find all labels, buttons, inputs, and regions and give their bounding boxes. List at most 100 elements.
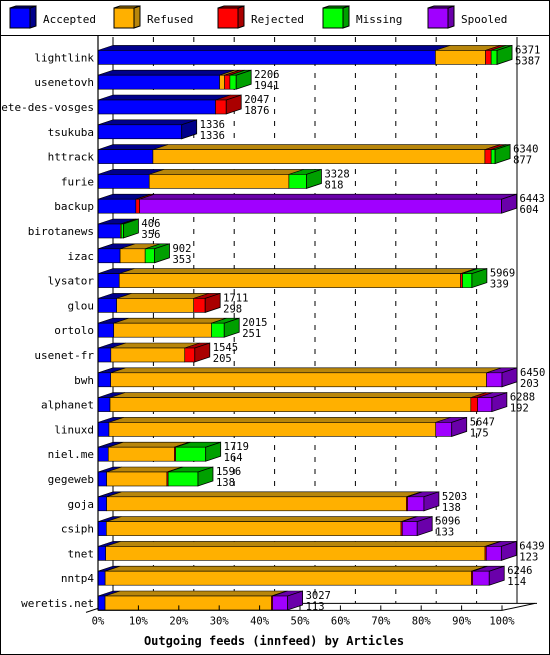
legend-swatch-side	[133, 5, 141, 29]
bar-usenetovh: 22061941	[97, 69, 279, 92]
bar-segment-accepted	[97, 74, 220, 90]
legend-swatch-side	[237, 5, 245, 29]
bar-segment-spooled	[139, 198, 502, 214]
bar-segment-refused	[106, 471, 168, 487]
category-label: tsukuba	[48, 126, 94, 139]
data-label-accepted: 138	[442, 502, 461, 514]
x-tick-label: 100%	[489, 615, 515, 627]
bar-segment-accepted	[97, 198, 137, 214]
bar-tsukuba: 13361336	[97, 119, 225, 142]
data-label-accepted: 133	[435, 527, 454, 539]
bar-segment-refused	[110, 372, 487, 388]
category-label: linuxd	[54, 423, 94, 436]
legend-label: Spooled	[461, 13, 507, 26]
bar-segment-accepted	[97, 372, 112, 388]
bar-furie: 3328818	[97, 168, 350, 191]
bar-bete-des-vosges: 20471876	[97, 94, 270, 117]
data-label-accepted: 113	[306, 601, 325, 613]
legend-label: Accepted	[43, 13, 96, 26]
bar-segment-rejected	[484, 149, 492, 164]
bar-segment-refused	[105, 546, 486, 561]
bar-segment-top-accepted	[97, 45, 451, 51]
x-tick-label: 0%	[92, 615, 105, 627]
bar-segment-missing	[490, 50, 498, 65]
legend-swatch-side	[342, 5, 350, 29]
bar-segment-top-refused	[110, 367, 502, 374]
bar-nntp4: 6246114	[97, 565, 533, 588]
category-label: gegeweb	[48, 473, 94, 486]
bar-segment-refused	[119, 248, 146, 264]
x-tick-label: 30%	[210, 615, 230, 627]
bar-segment-accepted	[97, 273, 120, 288]
bar-segment-accepted	[97, 471, 107, 487]
legend-swatch	[113, 7, 135, 29]
category-label: birotanews	[28, 225, 94, 238]
bar-segment-top-refused	[106, 516, 417, 522]
x-tick-label: 70%	[371, 615, 391, 627]
bars: 6371538722061941204718761336133663408773…	[97, 44, 545, 613]
legend-item-spooled: Spooled	[427, 5, 507, 29]
bar-alphanet: 6288192	[97, 392, 535, 415]
bar-segment-top-refused	[105, 565, 487, 572]
legend-swatch	[9, 7, 31, 29]
bar-segment-accepted	[97, 595, 106, 611]
legend-swatch	[427, 7, 449, 29]
bar-gegeweb: 1596138	[97, 466, 241, 489]
bar-segment-refused	[106, 496, 407, 512]
bar-tnet: 6439123	[97, 540, 545, 563]
x-axis-title: Outgoing feeds (innfeed) by Articles	[144, 634, 404, 648]
data-label-accepted: 5387	[515, 55, 540, 67]
bar-ortolo: 2015251	[97, 317, 268, 340]
bar-segment-accepted	[97, 546, 107, 561]
bar-segment-refused	[109, 397, 472, 412]
bar-csiph: 5096133	[97, 516, 460, 539]
bar-segment-refused	[116, 298, 195, 313]
legend: Accepted Refused Rejected Missing Spooled	[9, 5, 507, 29]
legend-label: Refused	[147, 13, 193, 26]
bar-segment-top-refused	[113, 317, 227, 324]
category-label: ortolo	[54, 324, 94, 337]
bar-segment-accepted	[97, 446, 109, 462]
bar-segment-spooled	[477, 397, 493, 412]
bar-segment-top-accepted	[97, 119, 197, 126]
category-label: backup	[54, 200, 94, 213]
category-labels: lightlink usenetovh bete-des-vosges tsukuba…	[0, 51, 94, 610]
bar-segment-refused	[108, 422, 437, 437]
legend-label: Missing	[356, 13, 402, 26]
bar-segment-refused	[110, 347, 186, 363]
data-label-accepted: 353	[172, 254, 191, 266]
x-tick-label: 80%	[412, 615, 432, 627]
bar-bwh: 6450203	[97, 367, 545, 390]
bar-segment-spooled	[472, 570, 490, 586]
bar-segment-refused	[118, 273, 461, 288]
bar-segment-spooled	[485, 546, 502, 561]
bar-lysator: 5969339	[97, 268, 515, 291]
bar-segment-missing	[288, 174, 307, 189]
category-label: goja	[68, 498, 95, 511]
bar-backup: 6443604	[97, 193, 545, 216]
category-label: lightlink	[34, 51, 94, 64]
bar-segment-refused	[107, 446, 175, 462]
bar-segment-rejected	[215, 99, 227, 115]
x-tick-label: 10%	[129, 615, 149, 627]
bar-segment-accepted	[97, 521, 107, 536]
bar-segment-top-refused	[105, 541, 501, 547]
bar-segment-accepted	[97, 298, 117, 313]
data-label-accepted: 339	[490, 279, 509, 291]
bar-segment-top-refused	[104, 590, 287, 597]
bar-segment-rejected	[135, 198, 140, 214]
bar-segment-spooled	[407, 496, 425, 512]
bar-lightlink: 63715387	[97, 44, 540, 67]
data-label-accepted: 1336	[200, 130, 225, 142]
bar-segment-spooled	[435, 422, 453, 437]
bar-segment-accepted	[97, 570, 106, 586]
bar-segment-refused	[152, 149, 486, 164]
data-label-accepted: 203	[520, 378, 539, 390]
bar-segment-spooled	[486, 372, 503, 388]
data-label-accepted: 138	[216, 477, 235, 489]
category-label: bwh	[74, 374, 94, 387]
data-label-accepted: 1941	[254, 80, 279, 92]
bar-segment-top-refused	[152, 144, 500, 150]
bar-segment-accepted	[97, 99, 216, 115]
bar-goja: 5203138	[97, 491, 467, 514]
